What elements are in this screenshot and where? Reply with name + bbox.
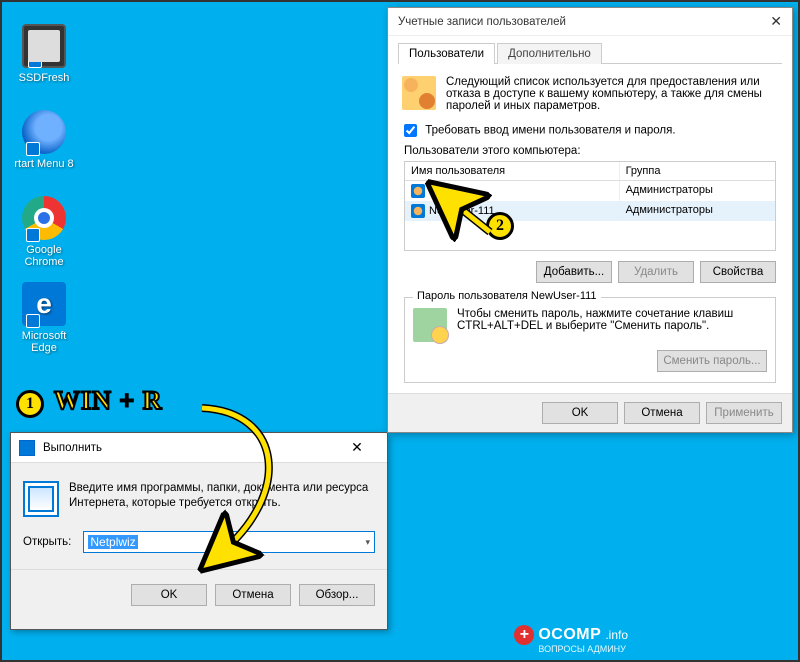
desktop-icon-chrome[interactable]: Google Chrome: [14, 196, 74, 268]
add-button[interactable]: Добавить...: [536, 261, 612, 283]
ua-title: Учетные записи пользователей: [398, 16, 770, 28]
cancel-button[interactable]: Отмена: [215, 584, 291, 606]
annotation-badge-1: 1: [16, 390, 44, 418]
tab-users[interactable]: Пользователи: [398, 43, 495, 64]
ssd-icon: [22, 24, 66, 68]
ua-titlebar[interactable]: Учетные записи пользователей ✕: [388, 8, 792, 36]
chevron-down-icon[interactable]: ▾: [365, 537, 370, 548]
ua-info-text: Следующий список используется для предос…: [446, 76, 778, 112]
require-login-checkbox[interactable]: Требовать ввод имени пользователя и паро…: [398, 120, 782, 145]
edge-icon: e: [22, 282, 66, 326]
password-legend: Пароль пользователя NewUser-111: [413, 290, 601, 302]
icon-label: SSDFresh: [14, 72, 74, 84]
run-icon: [19, 440, 35, 456]
user-icon: [411, 204, 425, 218]
col-group[interactable]: Группа: [620, 162, 775, 180]
users-list-label: Пользователи этого компьютера:: [398, 145, 782, 161]
require-login-input[interactable]: [404, 124, 417, 137]
remove-button[interactable]: Удалить: [618, 261, 694, 283]
ok-button[interactable]: OK: [542, 402, 618, 424]
password-groupbox: Пароль пользователя NewUser-111 Чтобы см…: [404, 297, 776, 383]
annotation-arrow-1: [162, 402, 322, 572]
require-login-label: Требовать ввод имени пользователя и паро…: [425, 125, 675, 137]
open-label: Открыть:: [23, 536, 71, 548]
change-password-button[interactable]: Сменить пароль...: [657, 350, 767, 372]
icon-label: Google Chrome: [14, 244, 74, 268]
cancel-button[interactable]: Отмена: [624, 402, 700, 424]
run-big-icon: [23, 481, 59, 517]
icon-label: rtart Menu 8: [14, 158, 74, 170]
close-icon[interactable]: ✕: [770, 13, 782, 30]
close-icon[interactable]: ✕: [335, 433, 379, 462]
annotation-text-winr: WIN + R: [54, 386, 163, 416]
users-icon: [402, 76, 436, 110]
icon-label: Microsoft Edge: [14, 330, 74, 354]
desktop-icon-startmenu8[interactable]: rtart Menu 8: [14, 110, 74, 170]
chrome-icon: [22, 196, 66, 240]
ok-button[interactable]: OK: [131, 584, 207, 606]
apply-button[interactable]: Применить: [706, 402, 782, 424]
browse-button[interactable]: Обзор...: [299, 584, 375, 606]
col-username[interactable]: Имя пользователя: [405, 162, 620, 180]
password-text: Чтобы сменить пароль, нажмите сочетание …: [457, 308, 767, 332]
users-list-header: Имя пользователя Группа: [405, 162, 775, 181]
startmenu-icon: [22, 110, 66, 154]
desktop-icon-ssdfresh[interactable]: SSDFresh: [14, 24, 74, 84]
user-icon: [411, 184, 425, 198]
watermark: + OCOMP.info ВОПРОСЫ АДМИНУ: [514, 625, 628, 654]
key-icon: [413, 308, 447, 342]
plus-icon: +: [514, 625, 534, 645]
desktop-icon-edge[interactable]: e Microsoft Edge: [14, 282, 74, 354]
open-value: Netplwiz: [88, 535, 137, 549]
tab-advanced[interactable]: Дополнительно: [497, 43, 602, 64]
properties-button[interactable]: Свойства: [700, 261, 776, 283]
annotation-arrow-2: [432, 192, 512, 252]
desktop: SSDFresh rtart Menu 8 Google Chrome e Mi…: [0, 0, 800, 662]
